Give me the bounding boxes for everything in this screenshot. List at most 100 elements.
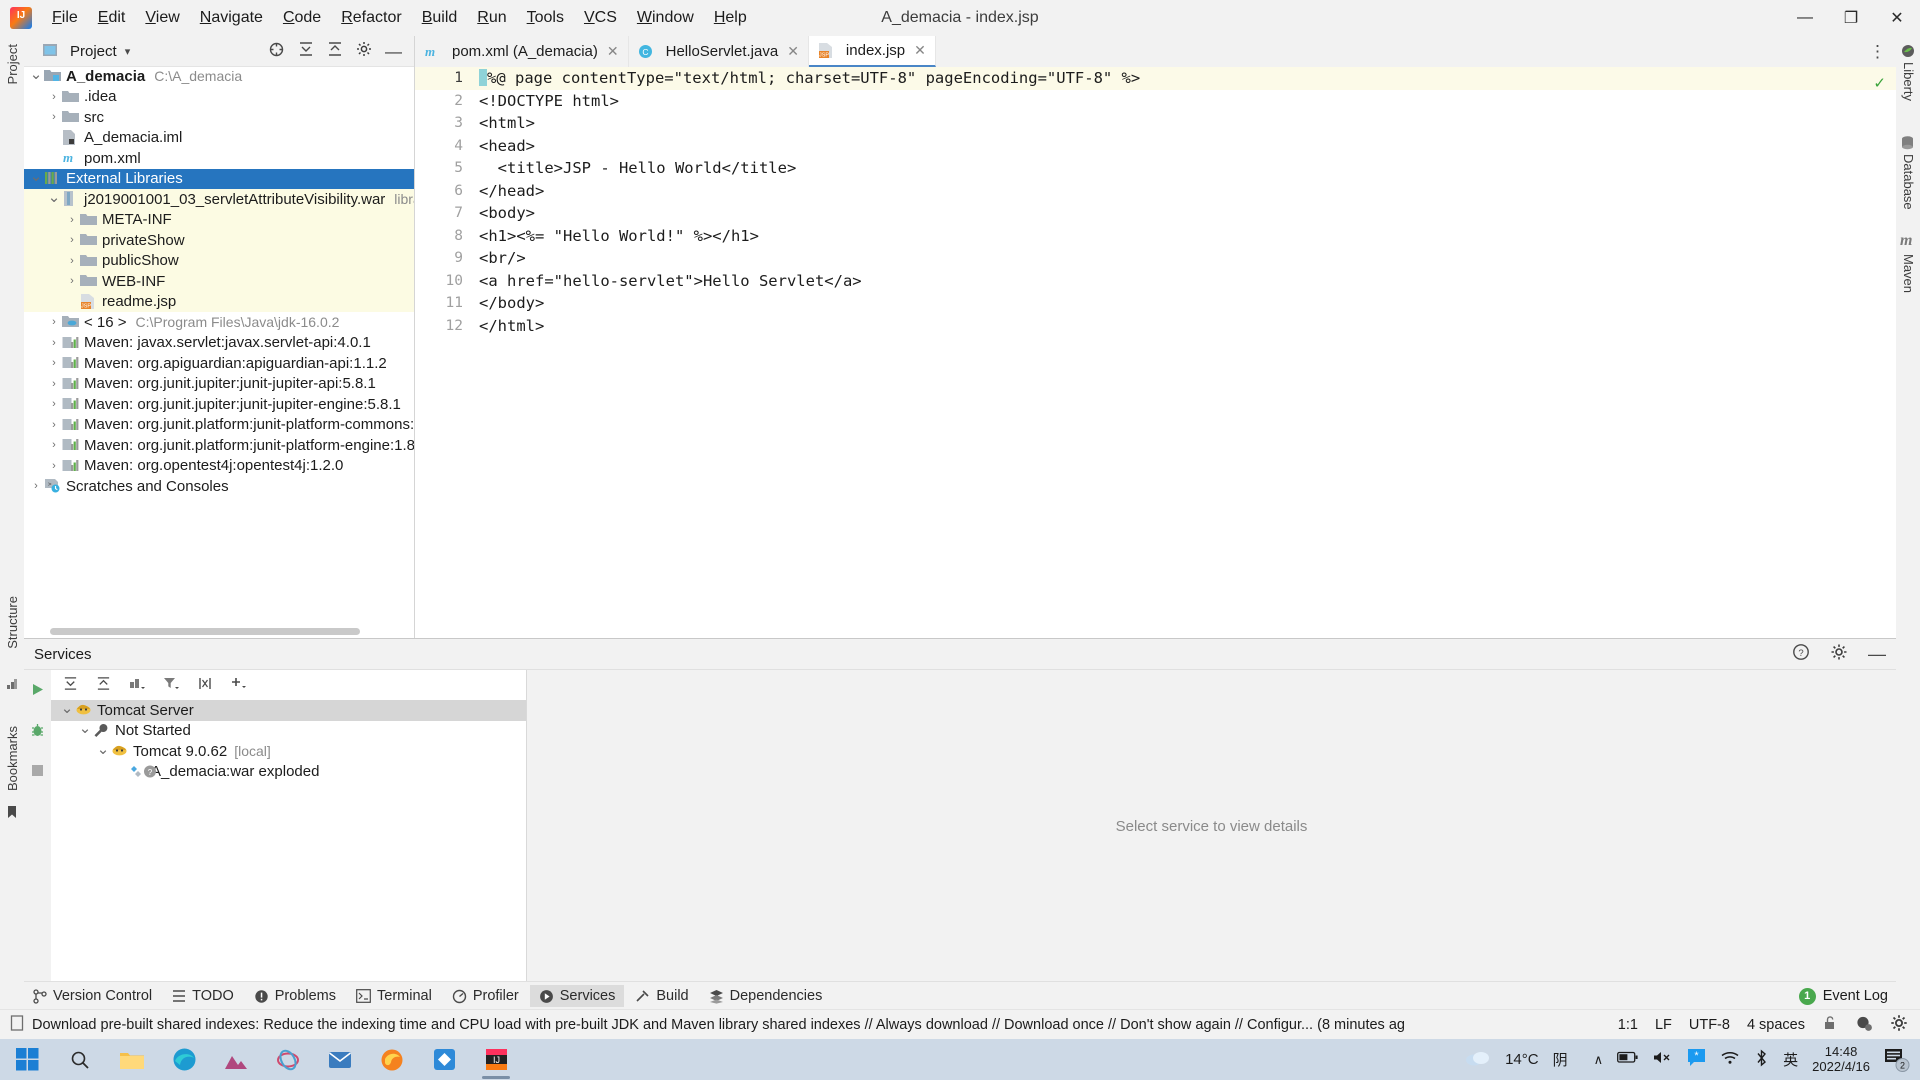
debug-icon[interactable] — [30, 723, 45, 742]
tool-window-button-problems[interactable]: Problems — [245, 985, 345, 1007]
project-tree-row[interactable]: › > Scratches and Consoles — [24, 476, 414, 497]
store-icon[interactable] — [418, 1039, 470, 1080]
chevron-right-icon[interactable]: › — [46, 396, 62, 412]
project-tree-row[interactable]: › privateShow — [24, 230, 414, 251]
editor-code[interactable]: %@ page contentType="text/html; charset=… — [475, 67, 1896, 638]
menu-item-vcs[interactable]: VCS — [574, 7, 627, 29]
project-tree-row[interactable]: › src — [24, 107, 414, 128]
notifications-icon[interactable]: 2 — [1884, 1047, 1910, 1073]
chevron-down-icon[interactable]: ▾ — [125, 45, 131, 58]
code-line[interactable]: <a href="hello-servlet">Hello Servlet</a… — [475, 270, 1896, 293]
chevron-right-icon[interactable]: › — [46, 314, 62, 330]
chevron-down-icon[interactable]: ⌄ — [46, 189, 62, 206]
volume-muted-icon[interactable] — [1653, 1050, 1673, 1069]
firefox-icon[interactable] — [366, 1039, 418, 1080]
editor-tab[interactable]: C HelloServlet.java ✕ — [628, 36, 809, 67]
chevron-right-icon[interactable]: › — [64, 253, 80, 269]
chevron-right-icon[interactable]: › — [64, 212, 80, 228]
chevron-right-icon[interactable]: › — [46, 89, 62, 105]
menu-item-help[interactable]: Help — [704, 7, 757, 29]
project-tree-row[interactable]: › .idea — [24, 87, 414, 108]
menu-item-view[interactable]: View — [135, 7, 189, 29]
search-icon[interactable] — [54, 1039, 106, 1080]
tool-window-button-version-control[interactable]: Version Control — [24, 985, 161, 1007]
notification-icon[interactable] — [10, 1015, 24, 1035]
project-tree-row[interactable]: ›JSPreadme.jsp — [24, 291, 414, 312]
code-line[interactable]: <body> — [475, 202, 1896, 225]
chevron-down-icon[interactable]: ⌄ — [95, 741, 111, 758]
tool-window-button-build[interactable]: Build — [626, 985, 697, 1007]
project-tree-row[interactable]: › Maven: javax.servlet:javax.servlet-api:… — [24, 333, 414, 354]
indent-widget[interactable]: 4 spaces — [1747, 1017, 1805, 1033]
blue-star-icon[interactable]: * — [1687, 1048, 1706, 1071]
sidebar-button-maven[interactable]: Maven — [1901, 254, 1916, 293]
group-by-icon[interactable] — [129, 676, 145, 694]
project-tree-row[interactable]: ⌄ A_demacia C:\A_demacia — [24, 66, 414, 87]
chevron-right-icon[interactable]: › — [64, 232, 80, 248]
expand-all-icon[interactable] — [298, 41, 314, 61]
collapse-all-icon[interactable] — [96, 676, 111, 694]
chevron-down-icon[interactable]: ⌄ — [28, 168, 44, 185]
filter-icon[interactable] — [163, 676, 179, 694]
show-hide-icon[interactable] — [197, 676, 213, 694]
code-line[interactable]: </head> — [475, 180, 1896, 203]
code-line[interactable]: <title>JSP - Hello World</title> — [475, 157, 1896, 180]
chevron-right-icon[interactable]: › — [46, 417, 62, 433]
menu-item-tools[interactable]: Tools — [517, 7, 574, 29]
services-tree-row[interactable]: ⌄ Not Started — [51, 720, 526, 742]
caret-position-widget[interactable]: 1:1 — [1618, 1017, 1638, 1033]
menu-item-refactor[interactable]: Refactor — [331, 7, 411, 29]
code-line[interactable]: </html> — [475, 315, 1896, 338]
tool-window-button-profiler[interactable]: Profiler — [443, 985, 528, 1007]
close-icon[interactable]: ✕ — [787, 43, 799, 60]
project-tree[interactable]: ⌄A_demaciaC:\A_demacia›.idea›src›A_demac… — [24, 66, 414, 628]
services-tree[interactable]: ⌄ Tomcat Server ⌄ Not Started ⌄ Tomcat 9.0.62… — [51, 700, 526, 982]
project-tree-row[interactable]: › META-INF — [24, 209, 414, 230]
chevron-up-icon[interactable]: ∧ — [1594, 1052, 1604, 1068]
project-tree-row[interactable]: › Maven: org.junit.jupiter:junit-jupiter-… — [24, 374, 414, 395]
battery-icon[interactable] — [1617, 1051, 1639, 1068]
tool-window-button-dependencies[interactable]: Dependencies — [700, 985, 832, 1007]
tool-window-button-services[interactable]: Services — [529, 985, 625, 1007]
code-line[interactable]: </body> — [475, 292, 1896, 315]
project-tree-row[interactable]: ›mpom.xml — [24, 148, 414, 169]
help-icon[interactable]: ? — [1792, 643, 1810, 666]
editor-more-actions[interactable]: ⋮ — [1869, 36, 1896, 67]
unlocked-padlock-icon[interactable] — [1822, 1015, 1838, 1035]
gear-icon[interactable] — [356, 41, 372, 61]
taskbar-clock[interactable]: 14:48 2022/4/16 — [1812, 1044, 1870, 1075]
close-icon[interactable]: ✕ — [607, 43, 619, 60]
minimize-button[interactable]: — — [1782, 0, 1828, 36]
weather-condition[interactable]: 阴 — [1553, 1049, 1568, 1070]
chevron-right-icon[interactable]: › — [46, 376, 62, 392]
sidebar-button-bookmarks[interactable]: Bookmarks — [5, 726, 20, 791]
project-tree-row[interactable]: › Maven: org.junit.platform:junit-platfor… — [24, 435, 414, 456]
maximize-button[interactable]: ❐ — [1828, 0, 1874, 36]
project-tree-row[interactable]: › Maven: org.junit.platform:junit-platfor… — [24, 415, 414, 436]
inspection-widget-icon[interactable] — [1855, 1015, 1873, 1036]
chevron-right-icon[interactable]: › — [64, 273, 80, 289]
chevron-down-icon[interactable]: ⌄ — [28, 66, 44, 83]
code-line[interactable]: <h1><%= "Hello World!" %></h1> — [475, 225, 1896, 248]
project-tree-row[interactable]: ›A_demacia.iml — [24, 128, 414, 149]
close-button[interactable]: ✕ — [1874, 0, 1920, 36]
menu-item-navigate[interactable]: Navigate — [190, 7, 273, 29]
project-tree-row[interactable]: ⌄ External Libraries — [24, 168, 414, 189]
services-tree-row[interactable]: ⌄ Tomcat Server — [51, 700, 526, 721]
project-tree-row[interactable]: › < 16 > C:\Program Files\Java\jdk-16.0.2 — [24, 312, 414, 333]
line-separator-widget[interactable]: LF — [1655, 1017, 1672, 1033]
project-tree-row[interactable]: ⌄ j2019001001_03_servletAttributeVisibili… — [24, 189, 414, 210]
menu-item-edit[interactable]: Edit — [88, 7, 136, 29]
locate-file-icon[interactable] — [268, 41, 285, 62]
sidebar-button-database[interactable]: Database — [1901, 154, 1916, 210]
menu-item-run[interactable]: Run — [467, 7, 516, 29]
project-tree-horizontal-scrollbar[interactable] — [50, 628, 360, 635]
event-log-button[interactable]: 1 Event Log — [1798, 987, 1896, 1005]
expand-all-icon[interactable] — [63, 676, 78, 694]
inspection-status-icon[interactable]: ✓ — [1873, 74, 1886, 92]
menu-item-window[interactable]: Window — [627, 7, 704, 29]
gear-icon[interactable] — [1830, 643, 1848, 666]
collapse-all-icon[interactable] — [327, 41, 343, 61]
tool-window-button-todo[interactable]: TODO — [163, 985, 243, 1007]
run-icon[interactable] — [30, 682, 45, 701]
